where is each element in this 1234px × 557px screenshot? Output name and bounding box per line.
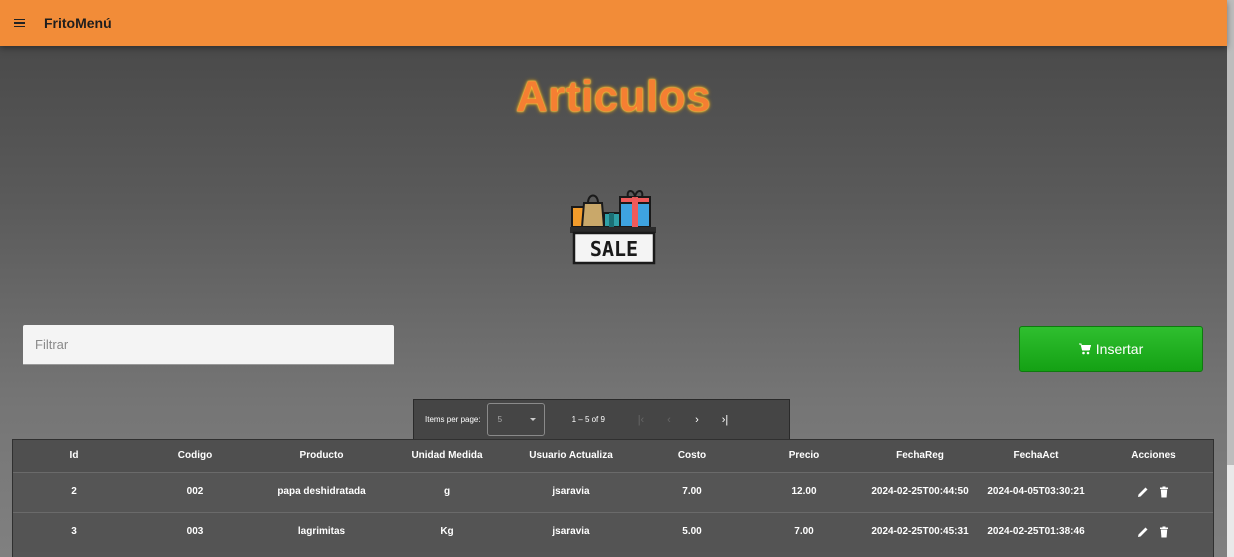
top-app-bar: FritoMenú	[0, 0, 1227, 46]
table-header-row: Id Codigo Producto Unidad Medida Usuario…	[13, 440, 1213, 472]
cell-precio: 12.00	[791, 486, 817, 497]
trash-icon[interactable]	[1158, 526, 1170, 538]
cell-fechaact: 2024-04-05T03:30:21	[987, 486, 1085, 497]
cell-usuario: jsaravia	[552, 526, 590, 537]
cell-costo: 5.00	[682, 526, 702, 537]
range-label: 1 – 5 of 9	[571, 415, 605, 424]
app-title: FritoMenú	[44, 15, 112, 31]
menu-icon[interactable]	[10, 18, 38, 28]
cell-unidad: g	[443, 486, 451, 497]
sale-bag-gift-image: SALE	[570, 190, 656, 265]
cell-producto: lagrimitas	[297, 526, 346, 537]
table-row: 2 002 papa deshidratada g jsaravia 7.00 …	[13, 472, 1213, 512]
pencil-icon[interactable]	[1137, 486, 1149, 498]
pencil-icon[interactable]	[1137, 526, 1149, 538]
svg-text:SALE: SALE	[590, 237, 638, 261]
cart-icon	[1078, 343, 1091, 355]
column-header[interactable]: FechaAct	[980, 440, 1092, 472]
page-title: Articulos	[515, 72, 712, 121]
cell-acciones	[1092, 512, 1213, 552]
cell-acciones	[1092, 472, 1213, 512]
column-header[interactable]: Producto	[255, 440, 388, 472]
next-page-icon[interactable]: ›	[683, 414, 711, 426]
first-page-icon[interactable]: |‹	[627, 414, 655, 426]
page-size-value: 5	[497, 415, 503, 424]
chevron-down-icon	[529, 418, 536, 421]
cell-id: 3	[71, 526, 77, 537]
cell-id: 2	[71, 486, 77, 497]
column-header[interactable]: Usuario Actualiza	[506, 440, 636, 472]
column-header[interactable]: Precio	[748, 440, 860, 472]
previous-page-icon[interactable]: ‹	[655, 414, 683, 426]
column-header[interactable]: Costo	[636, 440, 748, 472]
cell-fechareg: 2024-02-25T00:45:31	[871, 526, 969, 537]
cell-codigo: 003	[186, 526, 204, 537]
column-header[interactable]: Id	[13, 440, 135, 472]
insert-button-label: Insertar	[1095, 341, 1144, 357]
paginator: Items per page: 5 1 – 5 of 9 |‹ ‹ › ›|	[413, 399, 790, 439]
scrollbar-track[interactable]	[1227, 0, 1234, 557]
articles-table: Id Codigo Producto Unidad Medida Usuario…	[12, 439, 1214, 557]
cell-fechareg: 2024-02-25T00:44:50	[871, 486, 969, 497]
cell-fechaact: 2024-02-25T01:38:46	[987, 526, 1085, 537]
trash-icon[interactable]	[1158, 486, 1170, 498]
column-header: Acciones	[1131, 450, 1176, 462]
cell-usuario: jsaravia	[552, 486, 590, 497]
scrollbar-thumb[interactable]	[1227, 0, 1234, 465]
items-per-page-label: Items per page:	[425, 415, 481, 424]
insert-button[interactable]: Insertar	[1019, 326, 1203, 372]
table-row: 3 003 lagrimitas Kg jsaravia 5.00 7.00 2…	[13, 512, 1213, 552]
cell-producto: papa deshidratada	[277, 486, 366, 497]
cell-precio: 7.00	[794, 526, 814, 537]
cell-codigo: 002	[186, 486, 204, 497]
column-header[interactable]: FechaReg	[860, 440, 980, 472]
filter-input[interactable]	[23, 325, 394, 365]
column-header[interactable]: Codigo	[135, 440, 255, 472]
page-size-select[interactable]: 5	[486, 403, 545, 436]
column-header[interactable]: Unidad Medida	[388, 440, 506, 472]
cell-costo: 7.00	[682, 486, 702, 497]
cell-unidad: Kg	[440, 526, 454, 537]
last-page-icon[interactable]: ›|	[711, 414, 739, 426]
